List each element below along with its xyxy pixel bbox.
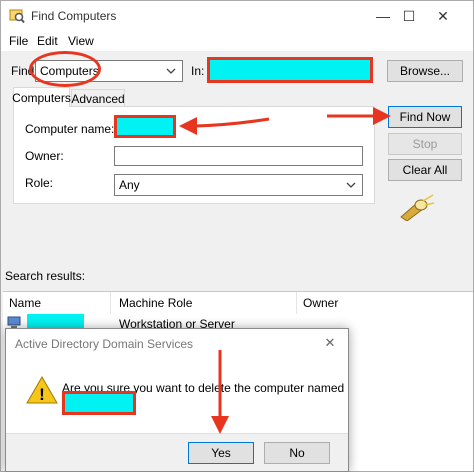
search-flashlight-icon: [400, 194, 435, 221]
annotation-box-dialog-name: [62, 391, 136, 415]
menu-bar: File Edit View: [1, 31, 473, 51]
column-machine-role[interactable]: Machine Role: [113, 292, 297, 314]
warning-icon: !: [26, 375, 58, 404]
annotation-box-computer-name: [114, 115, 176, 138]
annotation-box-location: [207, 57, 373, 83]
search-results-label: Search results:: [5, 269, 86, 283]
menu-edit[interactable]: Edit: [37, 34, 58, 48]
maximize-button[interactable]: ☐: [391, 1, 427, 31]
tab-advanced[interactable]: Advanced: [71, 89, 125, 107]
computer-name-label: Computer name:: [25, 122, 115, 136]
find-now-button[interactable]: Find Now: [388, 106, 462, 128]
chevron-down-icon: [166, 68, 176, 74]
owner-field[interactable]: [114, 146, 363, 166]
annotation-oval: [29, 51, 101, 87]
role-label: Role:: [25, 176, 54, 190]
column-name[interactable]: Name: [3, 292, 111, 314]
close-button[interactable]: ✕: [425, 1, 461, 31]
chevron-down-icon: [346, 182, 356, 188]
menu-file[interactable]: File: [9, 34, 28, 48]
title-bar: Find Computers — ☐ ✕: [1, 1, 473, 31]
no-button[interactable]: No: [264, 442, 330, 464]
browse-button[interactable]: Browse...: [387, 60, 463, 82]
role-value: Any: [119, 178, 140, 192]
svg-text:!: !: [39, 385, 45, 404]
clear-all-button[interactable]: Clear All: [388, 159, 462, 181]
search-window-icon: [9, 9, 25, 24]
role-combo[interactable]: Any: [114, 174, 363, 196]
dialog-close-button[interactable]: ✕: [318, 333, 342, 353]
yes-button[interactable]: Yes: [188, 442, 254, 464]
column-owner[interactable]: Owner: [297, 292, 473, 314]
dialog-footer: Yes No: [6, 433, 348, 471]
owner-label: Owner:: [25, 149, 64, 163]
confirm-delete-dialog: Active Directory Domain Services ✕ ! Are…: [5, 328, 349, 472]
tab-computers[interactable]: Computers: [12, 87, 71, 107]
stop-button[interactable]: Stop: [388, 133, 462, 155]
dialog-title: Active Directory Domain Services: [15, 337, 194, 351]
in-label: In:: [191, 64, 205, 78]
menu-view[interactable]: View: [68, 34, 94, 48]
window-title: Find Computers: [31, 9, 117, 23]
